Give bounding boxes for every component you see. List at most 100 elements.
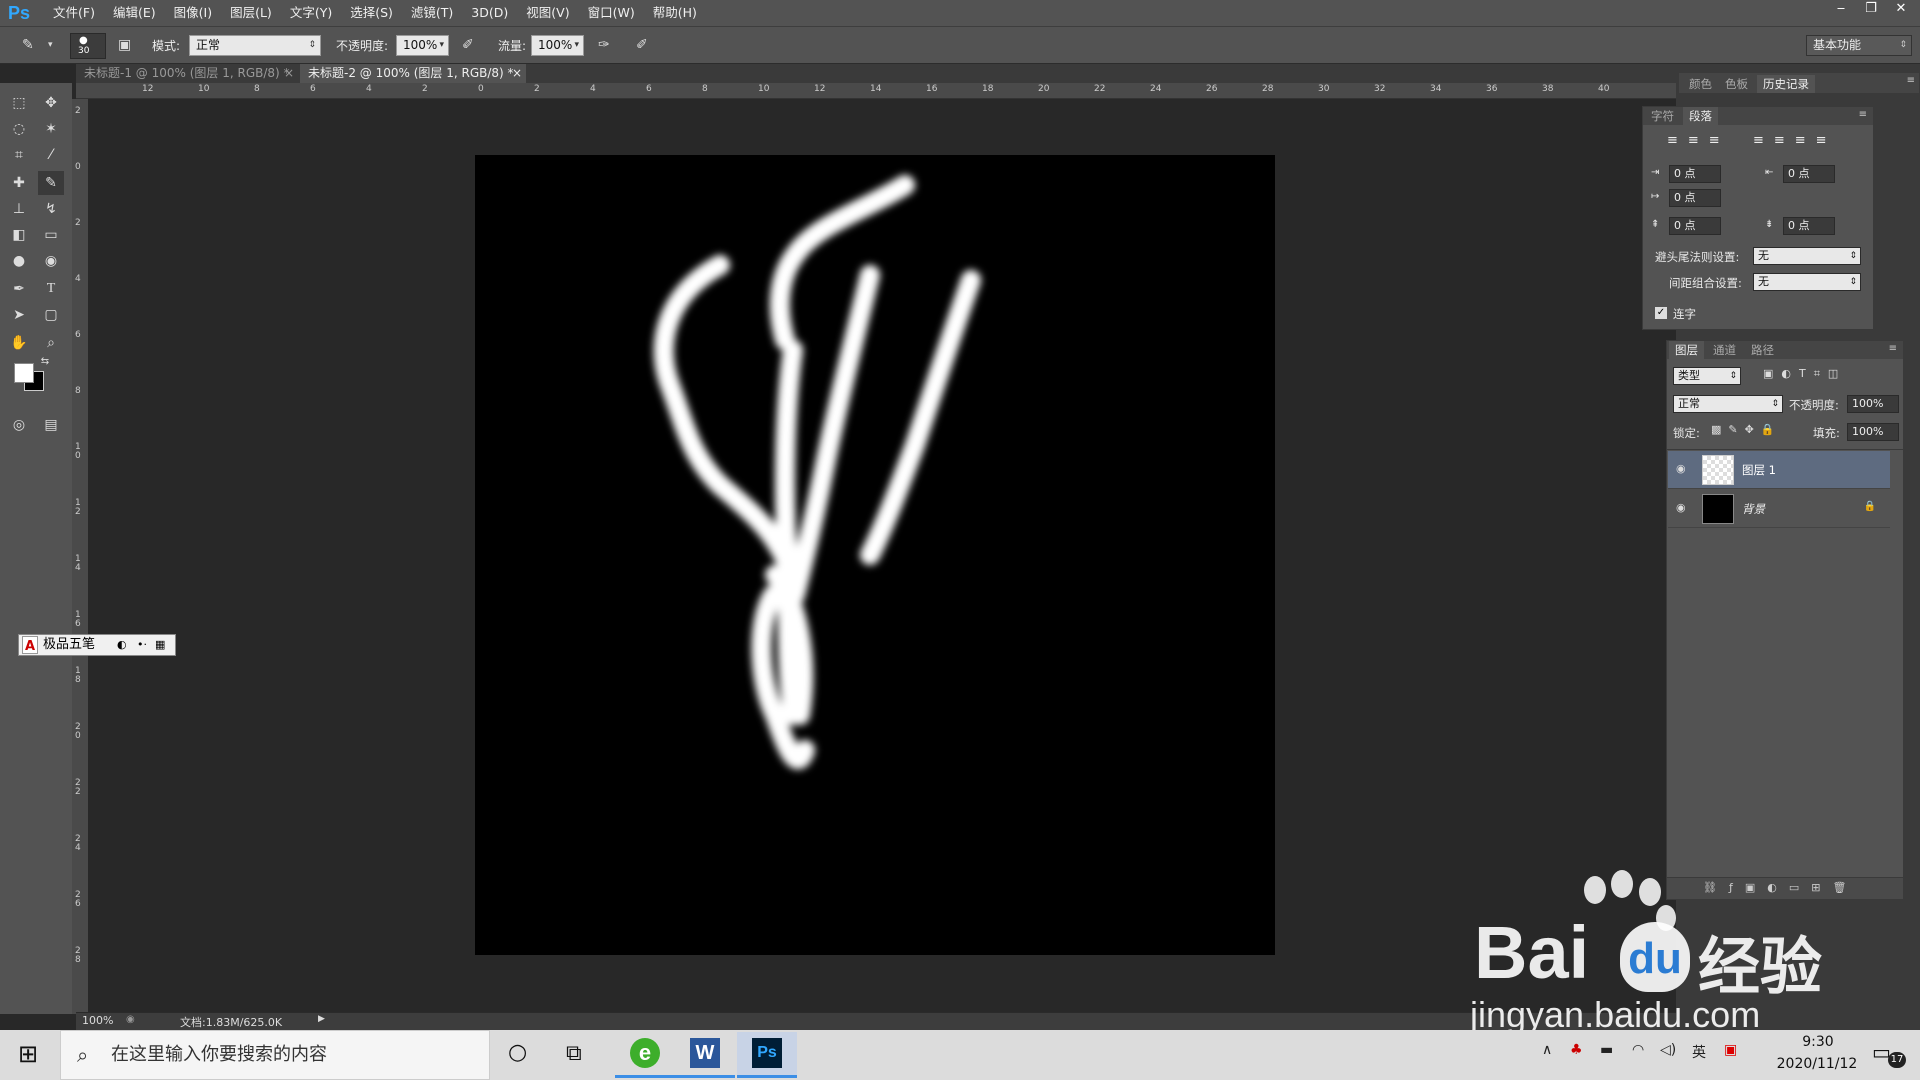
indent-right-field[interactable]: 0 点 <box>1783 165 1835 183</box>
fill-field[interactable]: 100% <box>1847 423 1899 441</box>
close-button[interactable]: ✕ <box>1886 0 1916 20</box>
workspace-select[interactable]: 基本功能 ⇕ <box>1806 35 1912 56</box>
menu-type[interactable]: 文字(Y) <box>281 0 341 26</box>
clock-date[interactable]: 2020/11/12 <box>1762 1056 1872 1072</box>
eyedropper-icon[interactable]: ⁄ <box>38 143 64 167</box>
shape-tool-icon[interactable]: ▢ <box>38 303 64 327</box>
menu-file[interactable]: 文件(F) <box>44 0 104 26</box>
menu-image[interactable]: 图像(I) <box>165 0 221 26</box>
brush-panel-icon[interactable]: ▣ <box>118 35 131 55</box>
panel-menu-icon[interactable]: ≡ <box>1907 75 1915 86</box>
blur-tool-icon[interactable]: ● <box>6 249 32 273</box>
taskbar-app-word[interactable]: W <box>675 1032 735 1078</box>
mode-select[interactable]: 正常 ⇕ <box>189 35 321 56</box>
tab-swatches[interactable]: 色板 <box>1719 75 1754 93</box>
visibility-eye-icon[interactable]: ◉ <box>1676 501 1686 514</box>
align-buttons-icon[interactable]: ≡≡≡ <box>1667 133 1730 148</box>
layer-filter-select[interactable]: 类型 ⇕ <box>1673 367 1741 385</box>
move-tool-icon[interactable]: ✥ <box>38 91 64 115</box>
brush-tool-icon[interactable]: ✎ <box>22 35 34 55</box>
flow-field[interactable]: 100% ▾ <box>531 35 584 56</box>
opacity-dropdown-icon[interactable]: ▾ <box>439 36 444 55</box>
task-view-icon[interactable]: ⧉ <box>566 1041 582 1066</box>
menu-window[interactable]: 窗口(W) <box>579 0 644 26</box>
taskbar-search[interactable]: ⌕ 在这里输入你要搜索的内容 <box>60 1030 490 1080</box>
gradient-icon[interactable]: ▭ <box>38 223 64 247</box>
volume-icon[interactable]: ◁) <box>1660 1042 1676 1058</box>
tab-character[interactable]: 字符 <box>1645 107 1680 125</box>
indent-first-field[interactable]: 0 点 <box>1669 189 1721 207</box>
restore-button[interactable]: ❐ <box>1856 0 1886 20</box>
airbrush-icon[interactable]: ✑ <box>598 35 610 55</box>
pressure-size-icon[interactable]: ✐ <box>636 35 648 55</box>
lock-icons[interactable]: ▩✎✥🔒 <box>1711 423 1782 436</box>
space-before-field[interactable]: 0 点 <box>1669 217 1721 235</box>
tab-color[interactable]: 颜色 <box>1683 75 1718 93</box>
brush-tool-icon[interactable]: ✎ <box>38 171 64 195</box>
space-after-field[interactable]: 0 点 <box>1783 217 1835 235</box>
screen-mode-icon[interactable]: ▤ <box>38 413 64 437</box>
healing-brush-icon[interactable]: ✚ <box>6 171 32 195</box>
tab-close-icon[interactable]: × <box>512 64 522 83</box>
layer-row[interactable]: ◉ 背景 🔒 <box>1668 490 1890 528</box>
tab-paths[interactable]: 路径 <box>1745 341 1780 359</box>
menu-view[interactable]: 视图(V) <box>517 0 578 26</box>
menu-layer[interactable]: 图层(L) <box>221 0 281 26</box>
menu-edit[interactable]: 编辑(E) <box>104 0 165 26</box>
type-tool-icon[interactable]: T <box>38 277 64 301</box>
justify-buttons-icon[interactable]: ≡≡≡≡ <box>1753 133 1837 148</box>
eraser-icon[interactable]: ◧ <box>6 223 32 247</box>
zoom-level[interactable]: 100% <box>82 1014 113 1027</box>
ime-keyboard-icon[interactable]: ▦ <box>155 635 165 655</box>
qq-icon[interactable]: ♣ <box>1570 1042 1583 1058</box>
swap-colors-icon[interactable]: ⇆ <box>38 355 52 369</box>
menu-filter[interactable]: 滤镜(T) <box>402 0 462 26</box>
status-menu-arrow-icon[interactable]: ▶ <box>318 1014 325 1024</box>
quick-mask-icon[interactable]: ◎ <box>6 413 32 437</box>
flow-dropdown-icon[interactable]: ▾ <box>574 36 579 55</box>
marquee-tool-icon[interactable]: ⬚ <box>6 91 32 115</box>
tab-history[interactable]: 历史记录 <box>1757 75 1815 93</box>
menu-help[interactable]: 帮助(H) <box>644 0 706 26</box>
antivirus-icon[interactable]: ▣ <box>1724 1042 1737 1058</box>
zoom-tool-icon[interactable]: ⌕ <box>38 331 64 355</box>
network-icon[interactable]: ◠ <box>1632 1042 1644 1058</box>
tab-layers[interactable]: 图层 <box>1669 341 1704 359</box>
tab-document-2[interactable]: 未标题-2 @ 100% (图层 1, RGB/8) * × <box>300 64 526 83</box>
hand-tool-icon[interactable]: ✋ <box>6 331 32 355</box>
panel-menu-icon[interactable]: ≡ <box>1859 109 1867 120</box>
opacity-field[interactable]: 100% ▾ <box>396 35 449 56</box>
lasso-tool-icon[interactable]: ◌ <box>6 117 32 141</box>
crop-tool-icon[interactable]: ⌗ <box>6 143 32 167</box>
layer-row[interactable]: ◉ 图层 1 <box>1668 451 1890 489</box>
document-canvas[interactable] <box>475 155 1275 955</box>
mojikumi-select[interactable]: 无 ⇕ <box>1753 273 1861 291</box>
history-brush-icon[interactable]: ↯ <box>38 197 64 221</box>
pen-tool-icon[interactable]: ✒ <box>6 277 32 301</box>
foreground-color-swatch[interactable] <box>14 363 34 383</box>
visibility-eye-icon[interactable]: ◉ <box>1676 462 1686 475</box>
dodge-tool-icon[interactable]: ◉ <box>38 249 64 273</box>
pressure-opacity-icon[interactable]: ✐ <box>462 35 474 55</box>
battery-icon[interactable]: ▬ <box>1600 1042 1613 1058</box>
ime-indicator[interactable]: 英 <box>1692 1042 1706 1062</box>
layer-opacity-field[interactable]: 100% <box>1847 395 1899 413</box>
taskbar-app-browser[interactable]: e <box>615 1032 675 1078</box>
brush-preset-picker[interactable]: ● 30 <box>70 33 106 59</box>
path-select-icon[interactable]: ➤ <box>6 303 32 327</box>
tab-close-icon[interactable]: × <box>284 64 294 83</box>
blend-mode-select[interactable]: 正常 ⇕ <box>1673 395 1783 413</box>
notification-center[interactable]: ▭ 17 <box>1870 1040 1906 1070</box>
panel-menu-icon[interactable]: ≡ <box>1889 343 1897 354</box>
tab-document-1[interactable]: 未标题-1 @ 100% (图层 1, RGB/8) * × <box>76 64 298 83</box>
menu-select[interactable]: 选择(S) <box>341 0 402 26</box>
layer-name[interactable]: 图层 1 <box>1742 462 1776 478</box>
magic-wand-icon[interactable]: ✶ <box>38 117 64 141</box>
tray-expand-icon[interactable]: ∧ <box>1542 1042 1552 1058</box>
ime-punct-icon[interactable]: ◐ <box>117 635 127 655</box>
tab-channels[interactable]: 通道 <box>1707 341 1742 359</box>
ime-fullwidth-icon[interactable]: •· <box>137 635 147 655</box>
hyphenate-checkbox[interactable]: ✓ <box>1655 307 1667 319</box>
layer-filter-icons[interactable]: ▣◐T⌗◫ <box>1763 367 1846 381</box>
clone-stamp-icon[interactable]: ⊥ <box>6 197 32 221</box>
